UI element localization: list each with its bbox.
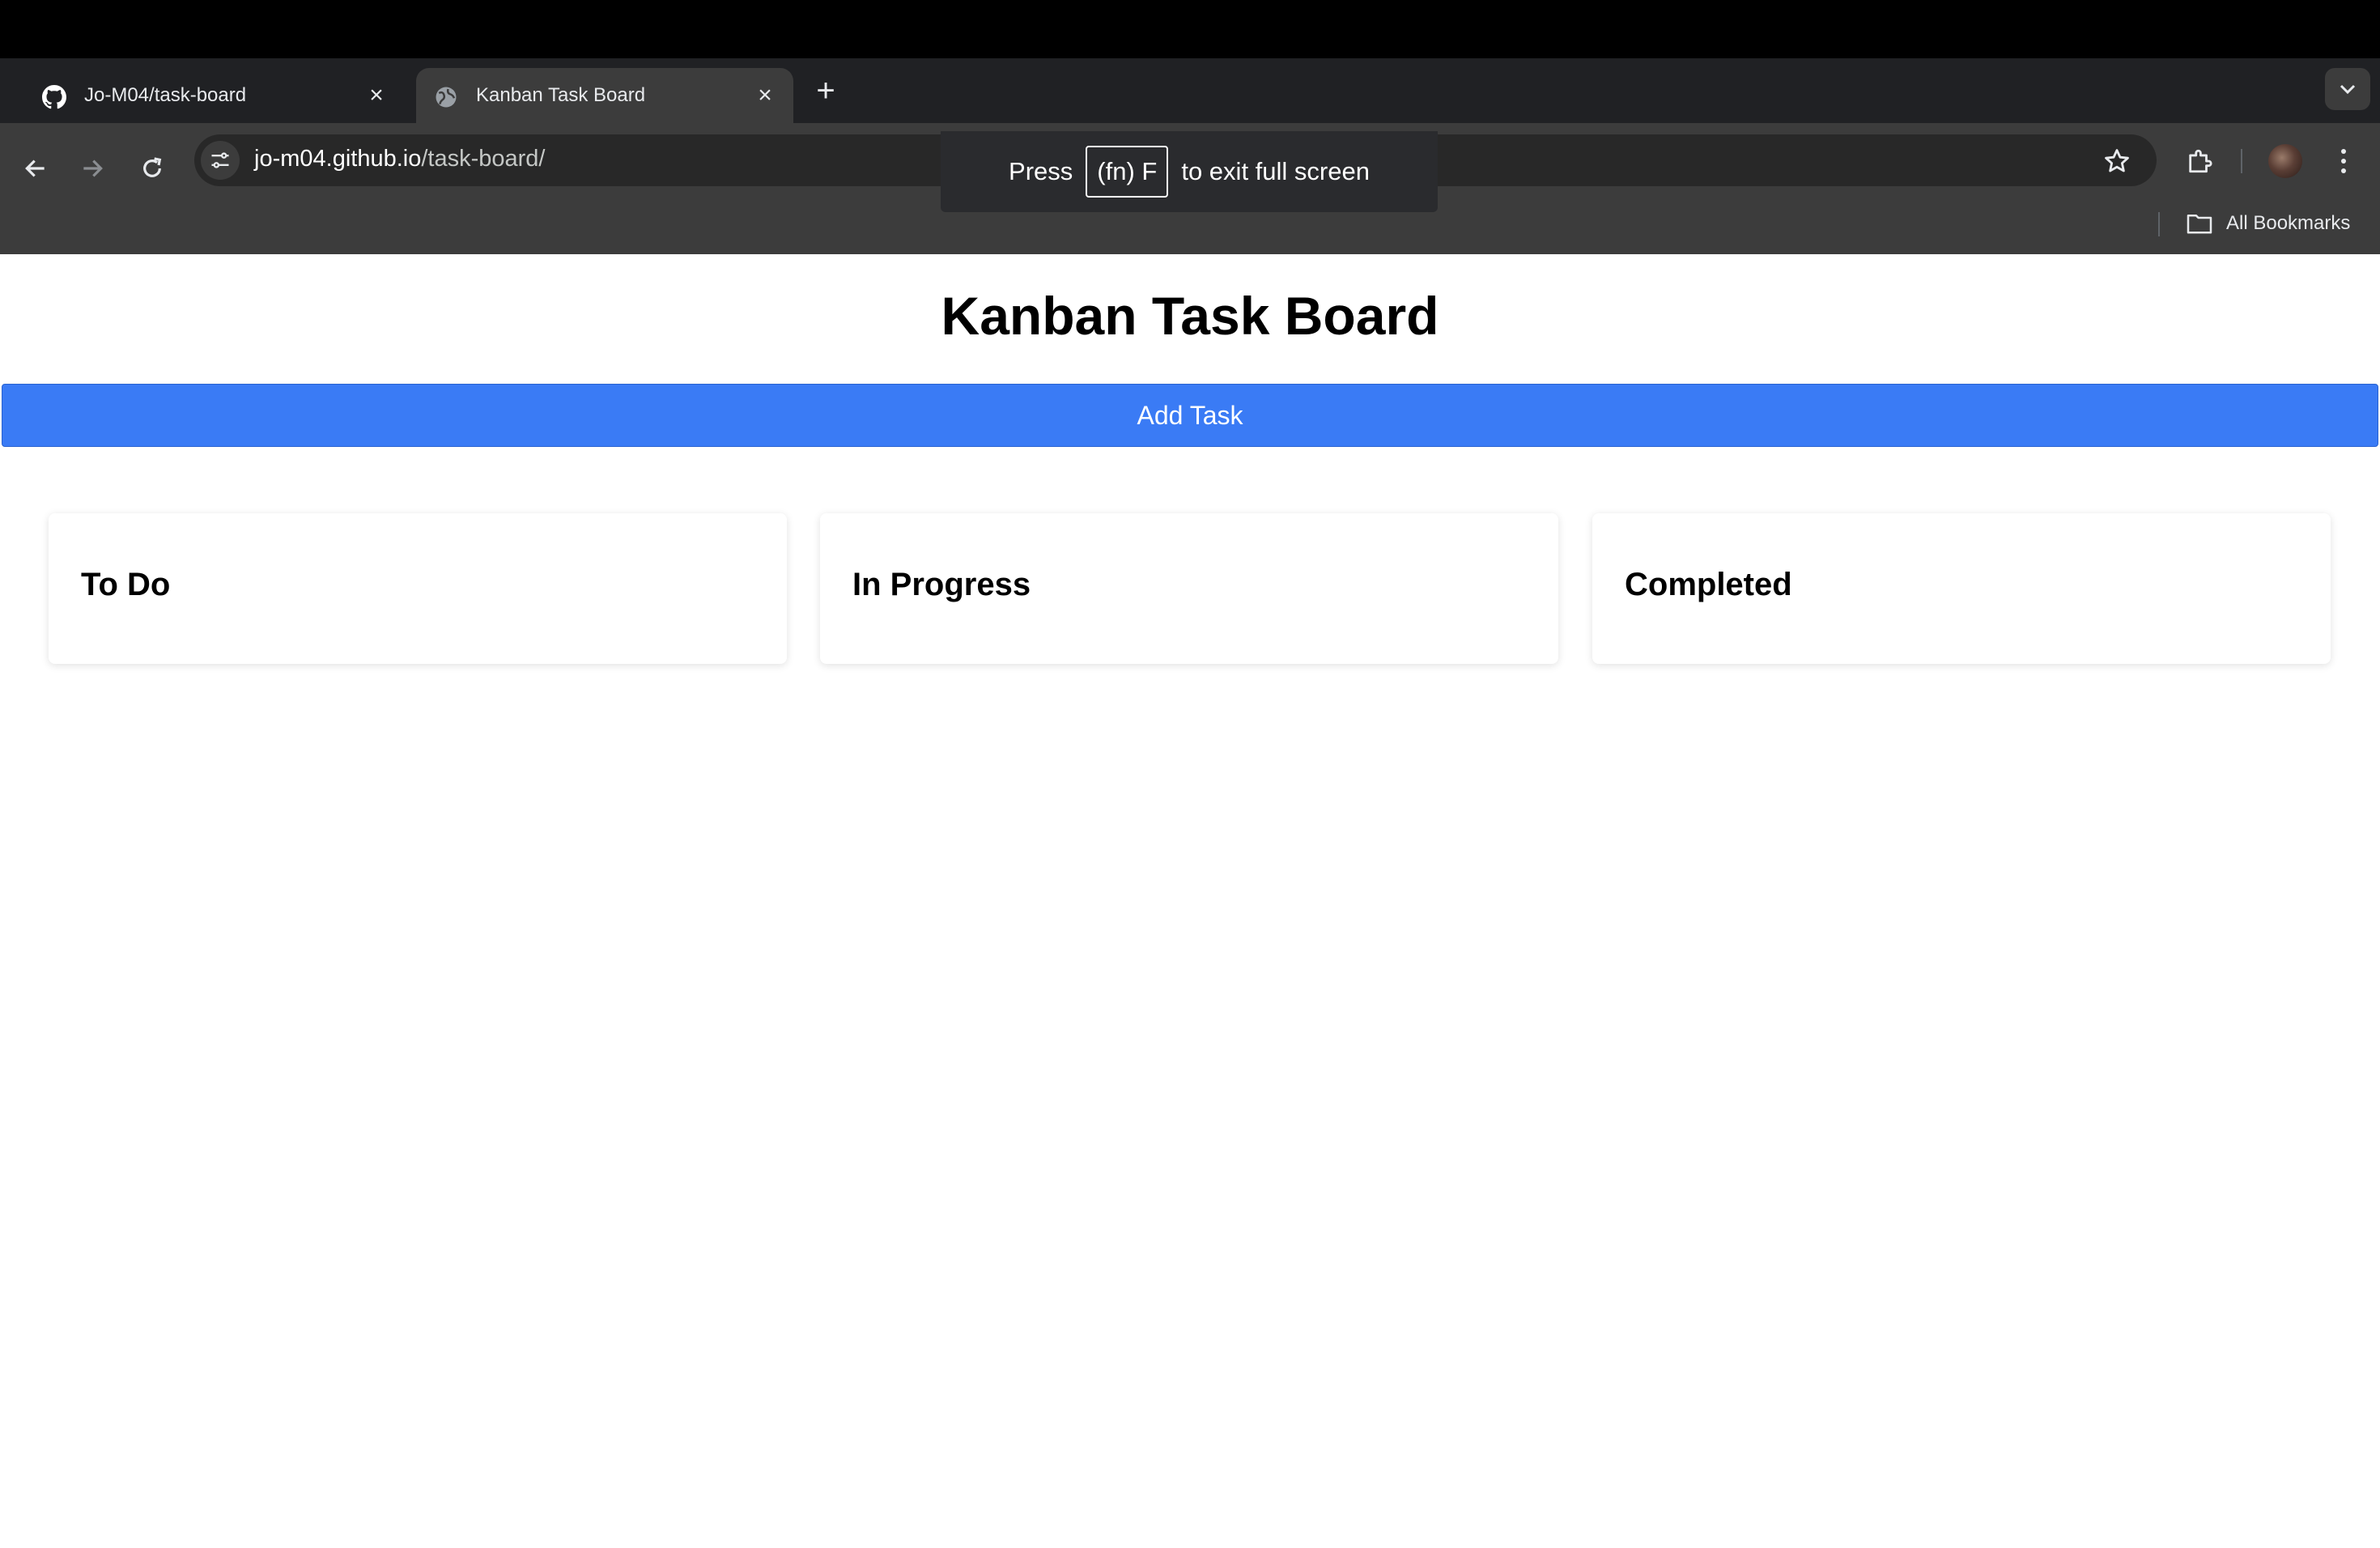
column-title: Completed [1625,567,1792,602]
toast-prefix: Press [1009,157,1073,185]
tab-label: Jo-M04/task-board [84,84,247,106]
bookmark-star-button[interactable] [2098,142,2136,180]
menu-button[interactable] [2331,142,2356,180]
page-title: Kanban Task Board [941,286,1439,346]
puzzle-icon [2189,149,2212,173]
tune-icon [211,152,229,168]
column-completed[interactable]: Completed [1592,513,2331,664]
tab-kanban[interactable]: Kanban Task Board × [416,68,793,123]
close-icon[interactable]: × [751,82,779,109]
bookmarks-label: All Bookmarks [2226,212,2351,234]
column-todo[interactable]: To Do [49,513,787,664]
add-task-button[interactable]: Add Task [2,384,2378,447]
arrow-right-icon [83,159,103,177]
tab-strip: Jo-M04/task-board × Kanban Task Board × [0,58,2380,123]
folder-icon [2187,214,2212,234]
url-host: jo-m04.github.io [254,146,422,172]
bookmarks-divider [2158,212,2160,236]
window-top-bar [0,0,2380,58]
reload-icon [143,157,162,177]
star-icon [2105,149,2129,172]
dot-icon [2341,149,2346,154]
chevron-down-icon [2340,84,2356,95]
column-title: In Progress [852,567,1031,602]
url-path: /task-board/ [421,146,546,172]
new-tab-button[interactable]: + [810,74,842,107]
back-button[interactable] [13,146,58,191]
close-icon[interactable]: × [363,82,390,109]
dot-icon [2341,159,2346,164]
all-bookmarks-button[interactable]: All Bookmarks [2186,207,2350,240]
extensions-button[interactable] [2181,142,2218,180]
toast-suffix: to exit full screen [1181,157,1370,185]
github-icon [42,85,66,109]
reload-button[interactable] [130,146,175,191]
tab-github[interactable]: Jo-M04/task-board × [24,68,405,123]
fullscreen-exit-toast: Press (fn) F to exit full screen [941,131,1438,212]
forward-button[interactable] [70,146,115,191]
toast-key: (fn) F [1086,146,1169,198]
column-title: To Do [81,567,171,602]
page-content: Kanban Task Board Add Task To Do In Prog… [0,254,2380,1548]
arrow-left-icon [25,159,45,177]
toolbar-divider [2241,149,2242,173]
site-info-button[interactable] [201,141,240,180]
tab-search-button[interactable] [2325,68,2370,110]
avatar[interactable] [2268,144,2302,178]
globe-icon [436,87,457,108]
dot-icon [2341,168,2346,173]
tab-label: Kanban Task Board [476,84,646,106]
column-in-progress[interactable]: In Progress [820,513,1558,664]
url-text: jo-m04.github.io/task-board/ [254,146,545,172]
